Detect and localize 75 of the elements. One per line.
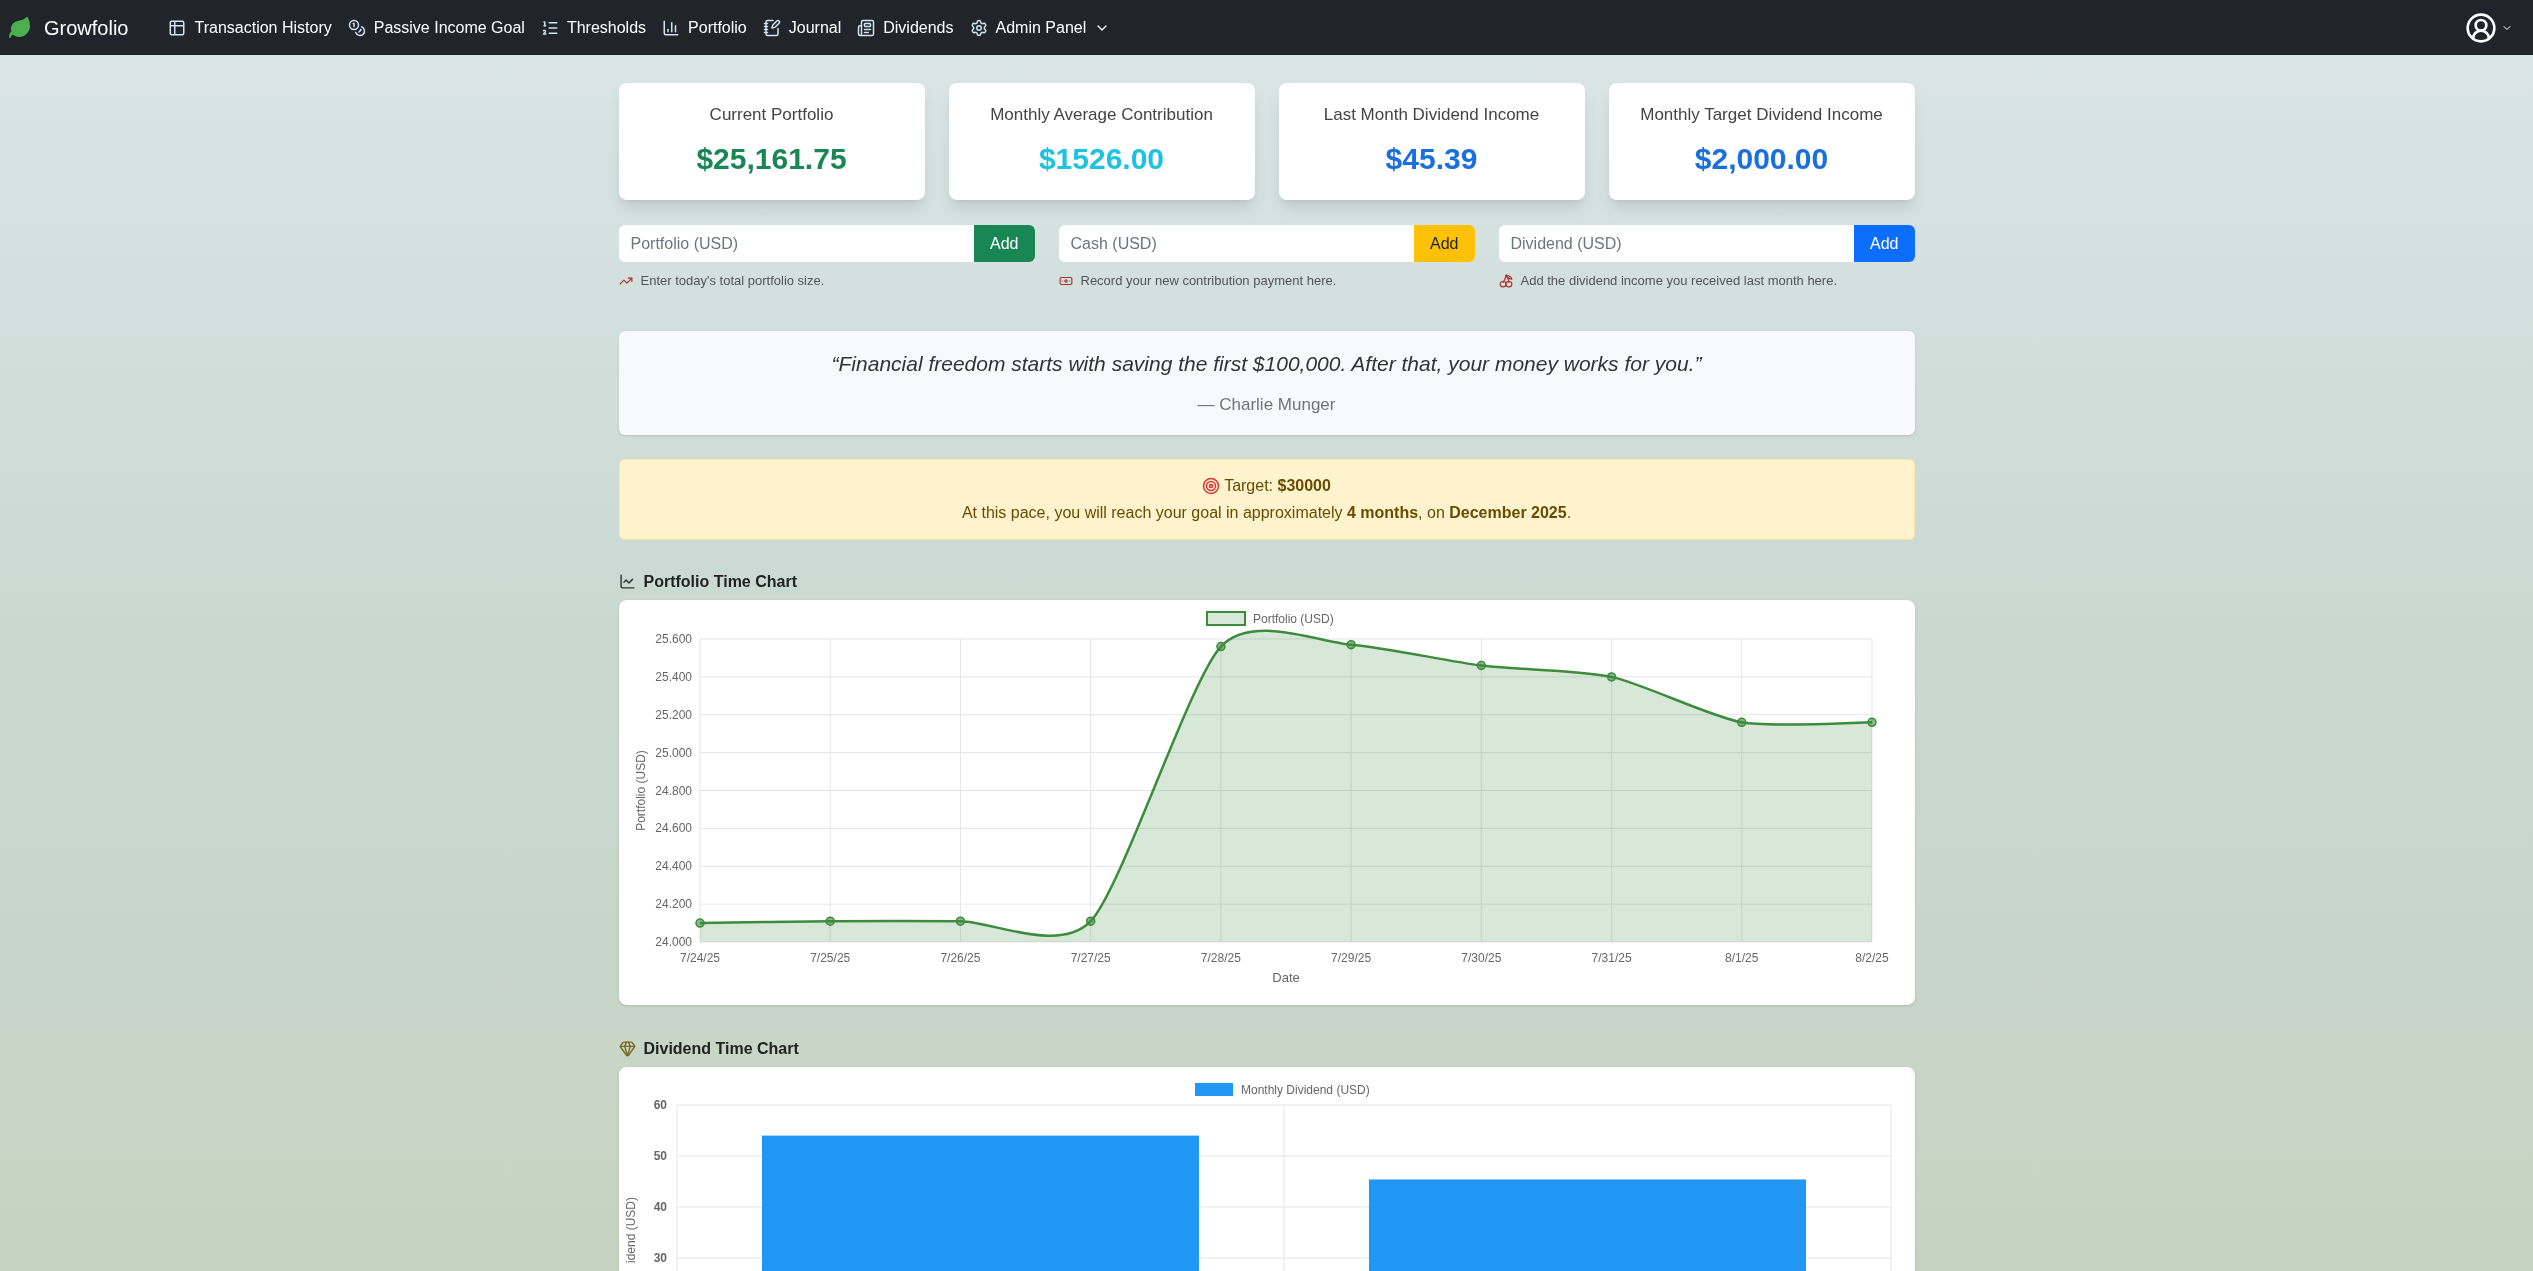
x-tick-label: 7/25/25 (809, 950, 850, 965)
y-tick-label: 24.400 (654, 858, 692, 873)
target-icon (1202, 476, 1221, 495)
bar-chart-icon (662, 18, 681, 37)
leaf-icon (8, 15, 32, 40)
target-text: Target: $30000 (1224, 475, 1331, 496)
stat-value: $1526.00 (1038, 140, 1165, 177)
legend-label: Portfolio (USD) (1252, 611, 1334, 626)
x-axis-title: Date (1271, 969, 1300, 985)
nav-link[interactable]: Dividends (857, 15, 954, 40)
y-tick-label: 25.200 (654, 707, 692, 722)
target-forecast-text: At this pace, you will reach your goal in approximately 4 months, on December 2025. (961, 502, 1572, 523)
x-tick-label: 7/28/25 (1200, 950, 1241, 965)
help-text: Enter today's total portfolio size. (640, 272, 825, 290)
y-tick-label: 50 (653, 1148, 667, 1163)
amount-input[interactable]: Dividend (USD) (1498, 225, 1855, 262)
list-icon (540, 18, 559, 37)
x-tick-label: 8/2/25 (1854, 950, 1889, 965)
section-title: Portfolio Time Chart (643, 571, 797, 592)
y-axis-title: idend (USD) (623, 1196, 638, 1263)
notebook-icon (762, 18, 781, 37)
settings-icon (969, 18, 988, 37)
x-tick-label: 8/1/25 (1724, 950, 1758, 965)
y-tick-label: 24.600 (654, 820, 692, 835)
table-icon (168, 18, 187, 37)
legend-swatch (1205, 610, 1246, 626)
x-tick-label: 7/29/25 (1330, 950, 1371, 965)
nav-link[interactable]: Portfolio (662, 15, 747, 40)
y-tick-label: 24.800 (654, 783, 692, 797)
line-chart-icon (618, 573, 636, 590)
gem-icon (618, 1040, 636, 1057)
nav-link[interactable]: Transaction History (168, 15, 332, 40)
brand-link[interactable]: Growfolio (8, 12, 129, 43)
y-axis-title: Portfolio (USD) (633, 749, 648, 831)
add-button[interactable]: Add (1414, 225, 1475, 262)
user-menu-button[interactable] (2465, 11, 2513, 44)
y-tick-label: 25.400 (654, 669, 692, 684)
help-text: Record your new contribution payment here. (1080, 272, 1337, 290)
y-tick-label: 60 (653, 1097, 667, 1112)
x-tick-label: 7/27/25 (1070, 950, 1111, 965)
nav-dropdown[interactable]: Admin Panel (969, 15, 1111, 40)
stat-title: Current Portfolio (709, 104, 834, 127)
x-tick-label: 7/24/25 (679, 950, 720, 965)
y-tick-label: 24.200 (654, 896, 692, 911)
y-tick-label: 30 (653, 1250, 667, 1265)
newspaper-icon (857, 18, 876, 37)
cherry-icon (1498, 273, 1513, 288)
stat-title: Last Month Dividend Income (1323, 104, 1540, 127)
amount-input[interactable]: Cash (USD) (1058, 225, 1415, 262)
add-button[interactable]: Add (1854, 225, 1915, 262)
stat-title: Monthly Target Dividend Income (1640, 104, 1883, 127)
stat-title: Monthly Average Contribution (990, 104, 1213, 127)
section-title: Dividend Time Chart (643, 1038, 799, 1059)
stat-value: $45.39 (1385, 140, 1478, 177)
add-button[interactable]: Add (974, 225, 1035, 262)
x-tick-label: 7/26/25 (939, 950, 980, 965)
stat-value: $2,000.00 (1694, 140, 1829, 177)
legend-label: Monthly Dividend (USD) (1240, 1082, 1370, 1097)
nav-link[interactable]: Journal (762, 15, 842, 40)
help-text: Add the dividend income you received last month here. (1520, 272, 1838, 290)
y-tick-label: 25.000 (654, 745, 692, 760)
stat-value: $25,161.75 (696, 140, 847, 177)
user-avatar-icon (2465, 11, 2497, 44)
amount-input[interactable]: Portfolio (USD) (618, 225, 975, 262)
y-tick-label: 40 (653, 1199, 667, 1214)
x-tick-label: 7/30/25 (1460, 950, 1501, 965)
x-tick-label: 7/31/25 (1591, 950, 1632, 965)
quote-text: “Financial freedom starts with saving the first $100,000. After that, your money works for you.” (831, 351, 1702, 377)
y-tick-label: 24.000 (654, 934, 692, 949)
nav-link[interactable]: Thresholds (540, 15, 647, 40)
legend-swatch (1194, 1082, 1233, 1096)
y-tick-label: 25.600 (654, 631, 692, 646)
quote-author: — Charlie Munger (1197, 393, 1336, 416)
coins-icon (347, 18, 366, 37)
nav-link[interactable]: Passive Income Goal (347, 15, 525, 40)
